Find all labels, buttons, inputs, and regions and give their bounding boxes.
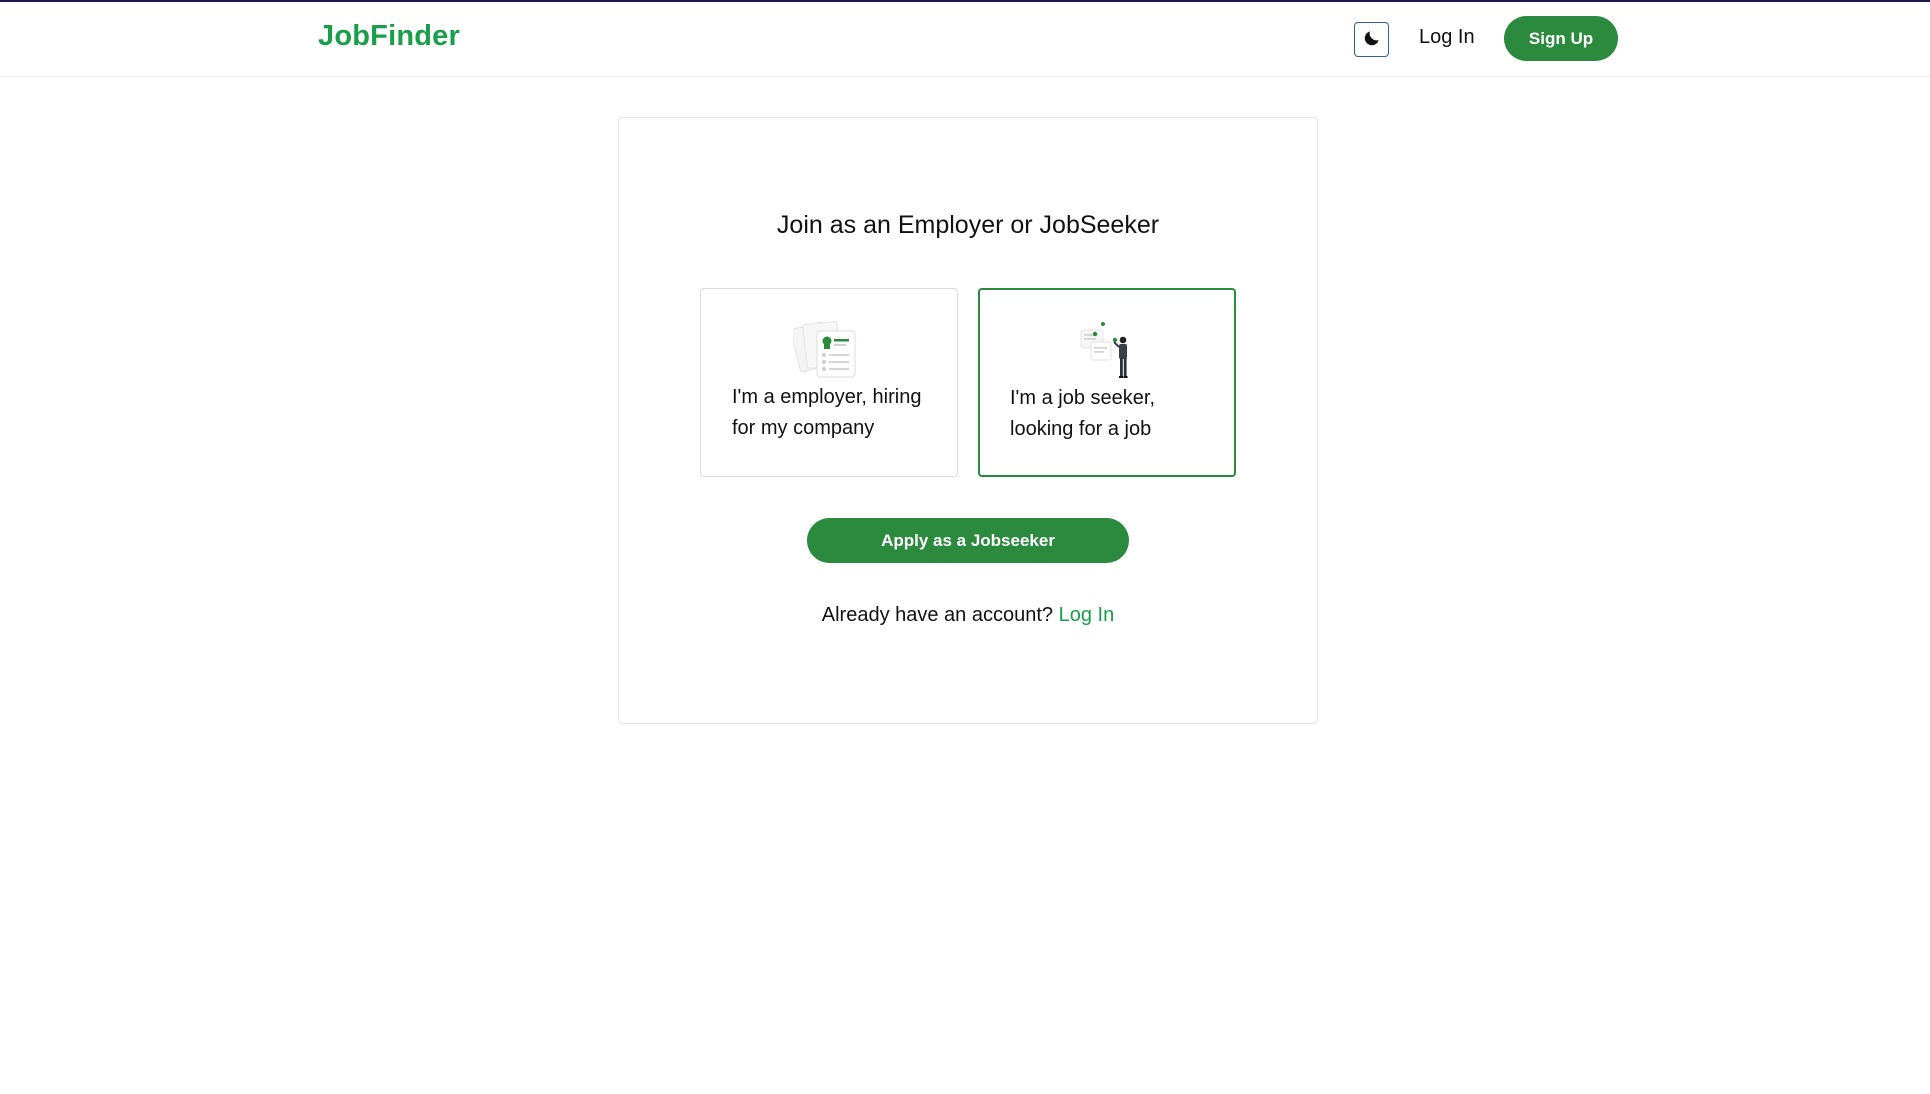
navbar: JobFinder Log In Sign Up bbox=[0, 2, 1930, 77]
resume-documents-icon bbox=[701, 319, 957, 381]
employer-option-label: I'm a employer, hiring for my company bbox=[732, 386, 922, 439]
signup-button[interactable]: Sign Up bbox=[1504, 16, 1618, 61]
signup-card: Join as an Employer or JobSeeker I'm a e… bbox=[618, 117, 1318, 724]
person-with-documents-icon bbox=[980, 320, 1234, 382]
page-title: Join as an Employer or JobSeeker bbox=[776, 211, 1160, 239]
login-link[interactable]: Log In bbox=[1059, 604, 1115, 626]
moon-icon bbox=[1362, 28, 1382, 51]
brand-logo[interactable]: JobFinder bbox=[318, 20, 460, 53]
theme-toggle-button[interactable] bbox=[1354, 22, 1389, 57]
login-prompt: Already have an account? Log In bbox=[619, 604, 1317, 627]
nav-login-link[interactable]: Log In bbox=[1419, 26, 1475, 49]
employer-option-card[interactable]: I'm a employer, hiring for my company bbox=[700, 288, 958, 477]
jobseeker-option-card[interactable]: I'm a job seeker, looking for a job bbox=[978, 288, 1236, 477]
jobseeker-option-label: I'm a job seeker, looking for a job bbox=[1010, 387, 1155, 440]
apply-jobseeker-button[interactable]: Apply as a Jobseeker bbox=[807, 518, 1129, 563]
account-prompt-text: Already have an account? bbox=[821, 604, 1054, 626]
